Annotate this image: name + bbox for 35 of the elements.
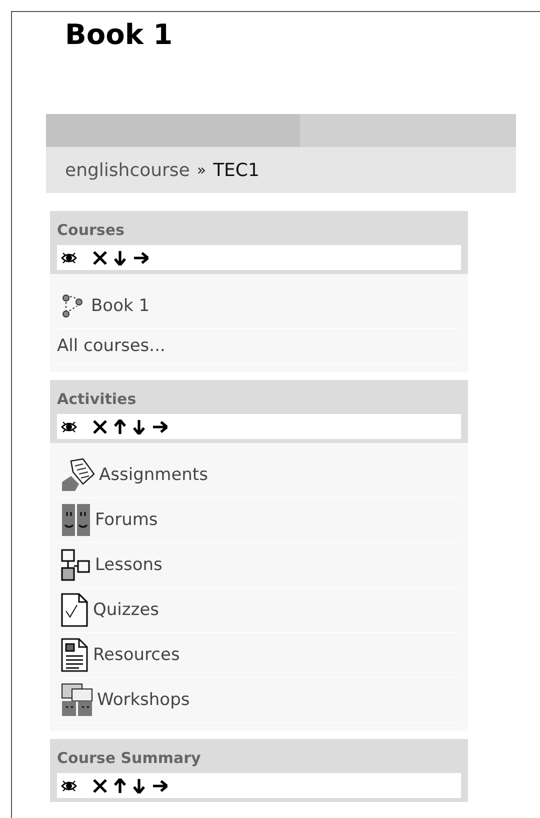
activity-link[interactable]: Lessons <box>95 555 162 575</box>
activity-link[interactable]: Quizzes <box>93 600 160 620</box>
eye-icon[interactable] <box>61 252 77 264</box>
breadcrumb-separator: » <box>196 161 206 179</box>
activity-link[interactable]: Book 1 <box>91 296 150 316</box>
eye-icon[interactable] <box>61 780 77 792</box>
delete-icon[interactable] <box>93 420 107 434</box>
block-title: Courses <box>57 220 124 240</box>
arrow-down-icon[interactable] <box>133 778 145 794</box>
block-title: Activities <box>57 389 136 409</box>
breadcrumb-link[interactable]: englishcourse <box>65 160 190 180</box>
arrow-up-icon[interactable] <box>114 778 126 794</box>
delete-icon[interactable] <box>93 250 107 264</box>
all-courses-link[interactable]: All courses... <box>57 336 166 356</box>
activity-link[interactable]: Resources <box>93 645 180 665</box>
papers-icon <box>61 458 95 492</box>
breadcrumb-current: TEC1 <box>213 160 260 180</box>
group-icon <box>61 683 93 717</box>
activity-link[interactable]: Forums <box>95 510 158 530</box>
delete-icon[interactable] <box>93 778 107 792</box>
boxes-icon <box>61 549 91 581</box>
arrow-down-icon[interactable] <box>133 418 145 434</box>
arrow-down-icon[interactable] <box>114 250 126 266</box>
arrow-up-icon[interactable] <box>114 418 126 434</box>
activity-link[interactable]: Workshops <box>97 690 190 710</box>
faces-icon <box>61 503 91 537</box>
arrow-right-icon[interactable] <box>133 252 149 264</box>
document-icon <box>61 638 89 672</box>
eye-icon[interactable] <box>61 420 77 432</box>
activity-link[interactable]: Assignments <box>99 465 208 485</box>
block-title: Course Summary <box>57 748 201 768</box>
checked-page-icon <box>61 593 89 627</box>
page-title: Book 1 <box>64 17 173 52</box>
arrow-right-icon[interactable] <box>152 780 168 792</box>
arrow-right-icon[interactable] <box>152 420 168 432</box>
